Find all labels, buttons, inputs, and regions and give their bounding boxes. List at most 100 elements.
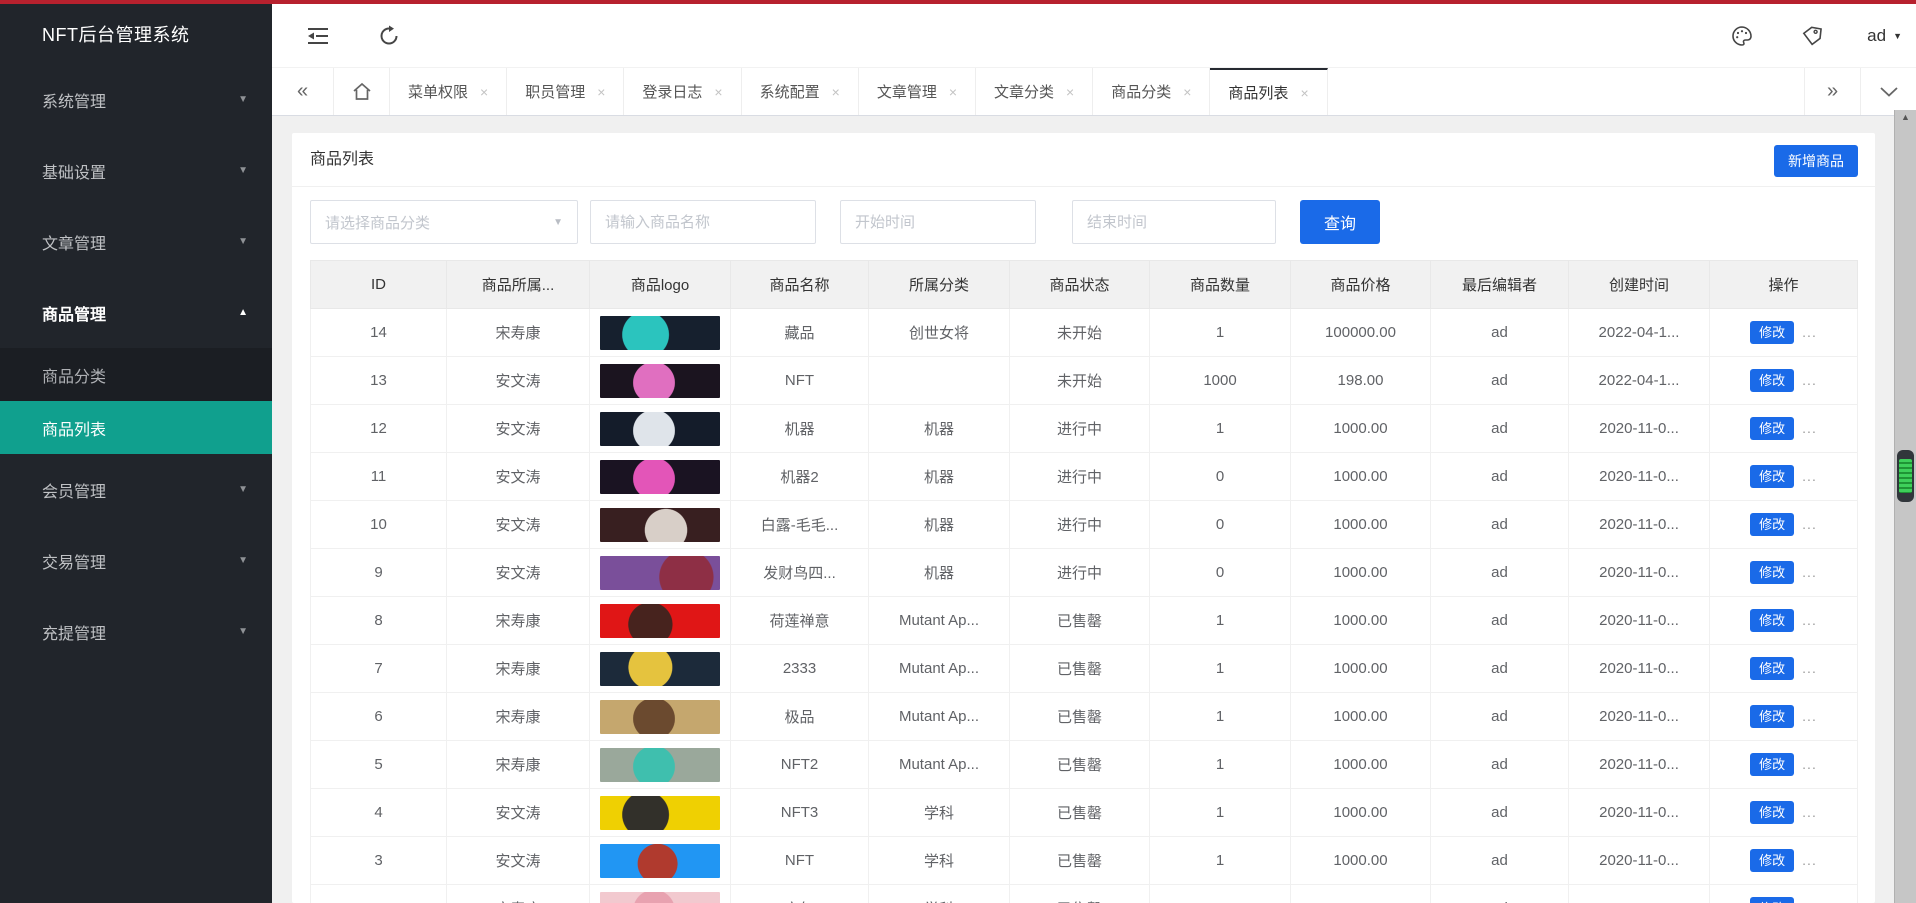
tab-close-icon[interactable]: × bbox=[949, 84, 957, 100]
tab-商品列表[interactable]: 商品列表 × bbox=[1210, 68, 1328, 115]
cell-logo bbox=[589, 740, 731, 789]
table-row: 5 宋寿康 NFT2 Mutant Ap... 已售罄 1 1000.00 ad 2020-11… bbox=[310, 740, 1858, 789]
cell-logo bbox=[589, 788, 731, 837]
add-product-button[interactable]: 新增商品 bbox=[1774, 145, 1858, 177]
more-actions-button[interactable]: ... bbox=[1802, 852, 1817, 868]
scrollbar-thumb[interactable] bbox=[1897, 450, 1914, 502]
cell-id: 9 bbox=[310, 548, 447, 597]
edit-button[interactable]: 修改 bbox=[1750, 513, 1795, 536]
tag-icon[interactable] bbox=[1798, 22, 1826, 50]
edit-button[interactable]: 修改 bbox=[1750, 849, 1795, 872]
cell-editor: ad bbox=[1430, 596, 1569, 645]
sidebar-item-系统管理[interactable]: 系统管理 ▼ bbox=[0, 64, 272, 135]
table-row: 12 安文涛 机器 机器 进行中 1 1000.00 ad 2020-11-0... 修改... bbox=[310, 404, 1858, 453]
edit-button[interactable]: 修改 bbox=[1750, 321, 1795, 344]
sidebar-item-充提管理[interactable]: 充提管理 ▼ bbox=[0, 596, 272, 667]
cell-category: 创世女将 bbox=[868, 308, 1010, 357]
tab-登录日志[interactable]: 登录日志 × bbox=[624, 68, 742, 115]
more-actions-button[interactable]: ... bbox=[1802, 804, 1817, 820]
more-actions-button[interactable]: ... bbox=[1802, 660, 1817, 676]
edit-button[interactable]: 修改 bbox=[1750, 417, 1795, 440]
more-actions-button[interactable]: ... bbox=[1802, 612, 1817, 628]
theme-palette-icon[interactable] bbox=[1728, 22, 1756, 50]
tab-菜单权限[interactable]: 菜单权限 × bbox=[390, 68, 508, 115]
cell-status: 进行中 bbox=[1009, 500, 1150, 549]
category-select[interactable]: 请选择商品分类 ▼ bbox=[310, 200, 578, 244]
more-actions-button[interactable]: ... bbox=[1802, 708, 1817, 724]
sidebar-item-会员管理[interactable]: 会员管理 ▼ bbox=[0, 454, 272, 525]
cell-id: 4 bbox=[310, 788, 447, 837]
vertical-scrollbar[interactable]: ▲ bbox=[1894, 110, 1916, 903]
cell-created: 2020-11-0... bbox=[1568, 596, 1710, 645]
edit-button[interactable]: 修改 bbox=[1750, 465, 1795, 488]
end-time-input[interactable] bbox=[1072, 200, 1276, 244]
tab-文章分类[interactable]: 文章分类 × bbox=[976, 68, 1094, 115]
tab-close-icon[interactable]: × bbox=[1066, 84, 1074, 100]
column-header-商品所属...: 商品所属... bbox=[446, 260, 590, 309]
product-name-input[interactable] bbox=[590, 200, 816, 244]
more-actions-button[interactable]: ... bbox=[1802, 468, 1817, 484]
sidebar-item-基础设置[interactable]: 基础设置 ▼ bbox=[0, 135, 272, 206]
cell-category: 机器 bbox=[868, 548, 1010, 597]
column-header-商品logo: 商品logo bbox=[589, 260, 731, 309]
edit-button[interactable]: 修改 bbox=[1750, 561, 1795, 584]
tab-close-icon[interactable]: × bbox=[832, 84, 840, 100]
cell-owner: 宋寿康 bbox=[446, 884, 590, 903]
tab-options-chevron-down[interactable] bbox=[1860, 68, 1916, 115]
collapse-sidebar-icon[interactable] bbox=[304, 22, 332, 50]
sidebar-item-label: 基础设置 bbox=[42, 164, 107, 182]
edit-button[interactable]: 修改 bbox=[1750, 657, 1795, 680]
sidebar-item-文章管理[interactable]: 文章管理 ▼ bbox=[0, 206, 272, 277]
tab-close-icon[interactable]: × bbox=[714, 84, 722, 100]
search-button[interactable]: 查询 bbox=[1300, 200, 1380, 244]
cell-qty: 1 bbox=[1149, 404, 1291, 453]
more-actions-button[interactable]: ... bbox=[1802, 372, 1817, 388]
tab-系统配置[interactable]: 系统配置 × bbox=[742, 68, 859, 115]
cell-created: 2020-11-0... bbox=[1568, 836, 1710, 885]
tab-close-icon[interactable]: × bbox=[480, 84, 488, 100]
scroll-tabs-right-button[interactable]: » bbox=[1804, 68, 1860, 115]
more-actions-button[interactable]: ... bbox=[1802, 324, 1817, 340]
edit-button[interactable]: 修改 bbox=[1750, 369, 1795, 392]
sidebar-item-商品管理[interactable]: 商品管理 ▲ bbox=[0, 277, 272, 348]
cell-created: 2020-11-0... bbox=[1568, 884, 1710, 903]
cell-actions: 修改... bbox=[1709, 548, 1858, 597]
more-actions-button[interactable]: ... bbox=[1802, 420, 1817, 436]
cell-logo bbox=[589, 356, 731, 405]
scroll-tabs-left-button[interactable]: « bbox=[272, 68, 334, 115]
sidebar-item-商品分类[interactable]: 商品分类 bbox=[0, 348, 272, 401]
edit-button[interactable]: 修改 bbox=[1750, 801, 1795, 824]
cell-qty: 0 bbox=[1149, 548, 1291, 597]
scrollbar-up-arrow-icon[interactable]: ▲ bbox=[1895, 112, 1916, 122]
table-row: 14 宋寿康 藏品 创世女将 未开始 1 100000.00 ad 2022-04-1... 修改… bbox=[310, 308, 1858, 357]
edit-button[interactable]: 修改 bbox=[1750, 897, 1795, 903]
tab-商品分类[interactable]: 商品分类 × bbox=[1093, 68, 1211, 115]
main-content: 商品列表 新增商品 请选择商品分类 ▼ 查询 ID商品所属...商品logo商品… bbox=[272, 117, 1916, 903]
tab-职员管理[interactable]: 职员管理 × bbox=[507, 68, 625, 115]
sidebar-item-label: 系统管理 bbox=[42, 93, 107, 111]
edit-button[interactable]: 修改 bbox=[1750, 609, 1795, 632]
sidebar-item-交易管理[interactable]: 交易管理 ▼ bbox=[0, 525, 272, 596]
cell-status: 已售罄 bbox=[1009, 692, 1150, 741]
tab-close-icon[interactable]: × bbox=[1300, 85, 1308, 101]
cell-owner: 安文涛 bbox=[446, 836, 590, 885]
edit-button[interactable]: 修改 bbox=[1750, 705, 1795, 728]
cell-category: 机器 bbox=[868, 404, 1010, 453]
more-actions-button[interactable]: ... bbox=[1802, 756, 1817, 772]
tab-文章管理[interactable]: 文章管理 × bbox=[859, 68, 977, 115]
cell-category bbox=[868, 356, 1010, 405]
tab-close-icon[interactable]: × bbox=[597, 84, 605, 100]
cell-created: 2022-04-1... bbox=[1568, 308, 1710, 357]
start-time-input[interactable] bbox=[840, 200, 1036, 244]
edit-button[interactable]: 修改 bbox=[1750, 753, 1795, 776]
refresh-icon[interactable] bbox=[375, 22, 403, 50]
home-tab-icon[interactable] bbox=[334, 68, 390, 115]
tab-close-icon[interactable]: × bbox=[1183, 84, 1191, 100]
user-menu[interactable]: ad ▼ bbox=[1867, 22, 1902, 50]
more-actions-button[interactable]: ... bbox=[1802, 516, 1817, 532]
cell-editor: ad bbox=[1430, 404, 1569, 453]
cell-created: 2022-04-1... bbox=[1568, 356, 1710, 405]
cell-status: 已售罄 bbox=[1009, 884, 1150, 903]
sidebar-item-商品列表[interactable]: 商品列表 bbox=[0, 401, 272, 454]
more-actions-button[interactable]: ... bbox=[1802, 564, 1817, 580]
